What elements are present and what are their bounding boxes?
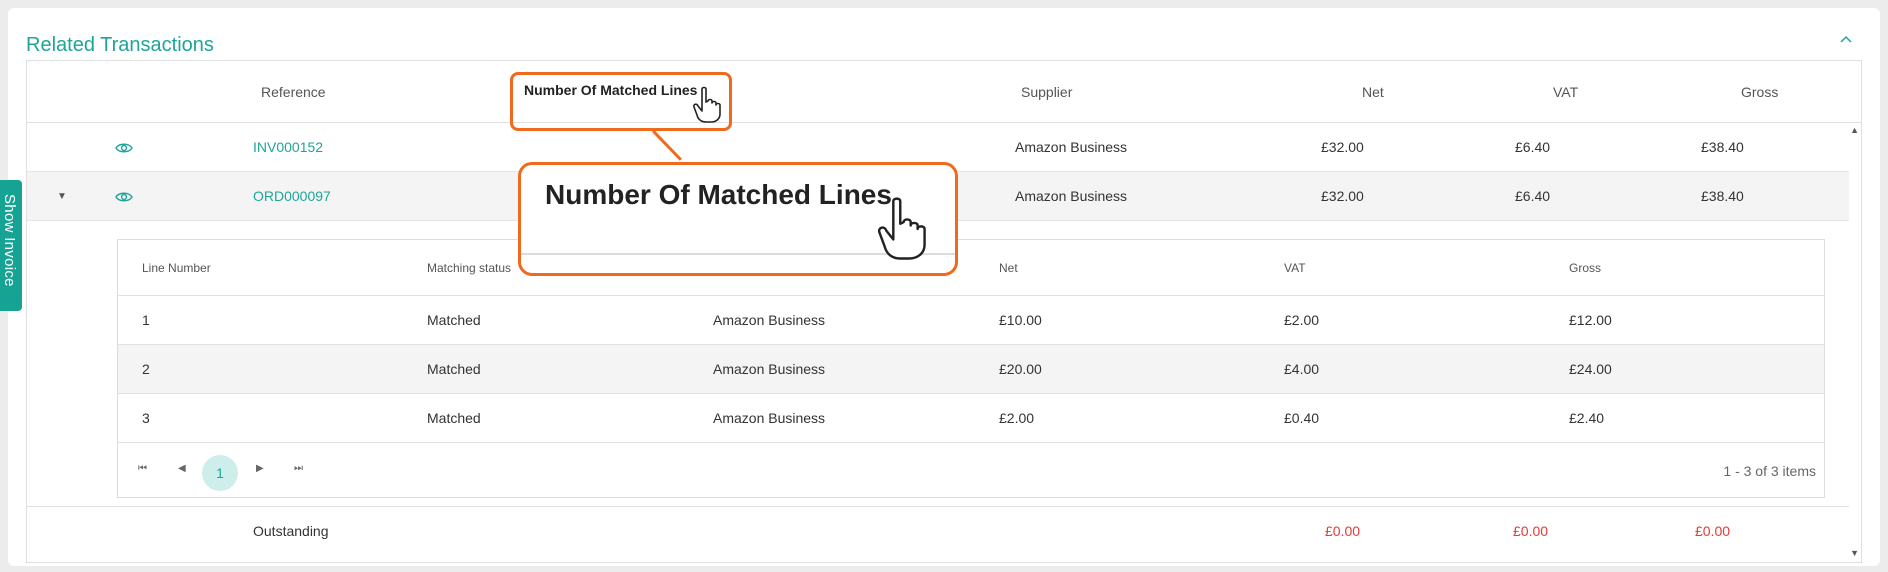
net-cell: £32.00 [1321, 139, 1364, 155]
eye-icon[interactable] [115, 188, 133, 206]
show-invoice-tab[interactable]: Show Invoice [0, 180, 22, 311]
page-number-button[interactable]: 1 [202, 455, 238, 491]
col-line-number[interactable]: Line Number [142, 240, 211, 296]
hand-cursor-icon [692, 86, 722, 124]
table-row: 1 Matched Amazon Business £10.00 £2.00 £… [118, 296, 1824, 345]
net-cell: £10.00 [999, 312, 1042, 328]
vat-cell: £6.40 [1515, 188, 1551, 204]
zoom-label: Number Of Matched Lines [545, 179, 892, 210]
vat-cell: £4.00 [1284, 361, 1320, 377]
supplier-cell: Amazon Business [1015, 188, 1128, 204]
status-cell: Matched [427, 361, 481, 377]
col-vat[interactable]: VAT [1284, 240, 1306, 296]
supplier-cell: Amazon Business [1015, 139, 1128, 155]
col-reference[interactable]: Reference [261, 61, 326, 123]
supplier-cell: Amazon Business [713, 410, 826, 426]
outstanding-label: Outstanding [253, 523, 329, 539]
transactions-grid: Reference Supplier Net VAT Gross INV0001… [26, 60, 1862, 563]
status-cell: Matched [427, 312, 481, 328]
vat-cell: £6.40 [1515, 139, 1551, 155]
outstanding-vat: £0.00 [1513, 523, 1549, 539]
pager: ⏮ ◀ 1 ▶ ⏭ 1 - 3 of 3 items [118, 445, 1824, 498]
status-cell: Matched [427, 410, 481, 426]
table-row: 3 Matched Amazon Business £2.00 £0.40 £2… [118, 394, 1824, 443]
supplier-cell: Amazon Business [713, 312, 826, 328]
col-gross[interactable]: Gross [1741, 61, 1778, 123]
detail-header: Line Number Matching status Net VAT Gros… [118, 240, 1824, 296]
caret-down-icon[interactable]: ▼ [57, 172, 67, 221]
chevron-up-icon[interactable] [1836, 32, 1856, 52]
first-page-icon[interactable]: ⏮ [138, 463, 147, 474]
gross-cell: £38.40 [1701, 188, 1744, 204]
gross-cell: £38.40 [1701, 139, 1744, 155]
next-page-icon[interactable]: ▶ [256, 463, 264, 474]
line-number-cell: 1 [142, 312, 150, 328]
net-cell: £2.00 [999, 410, 1035, 426]
net-cell: £20.00 [999, 361, 1042, 377]
grid-header: Reference Supplier Net VAT Gross [27, 61, 1861, 123]
col-supplier[interactable]: Supplier [1021, 61, 1072, 123]
reference-link[interactable]: ORD000097 [253, 172, 331, 221]
pager-info: 1 - 3 of 3 items [1723, 463, 1816, 479]
panel-title: Related Transactions [26, 34, 214, 56]
col-matched-lines[interactable]: Number Of Matched Lines [524, 82, 697, 98]
gross-cell: £12.00 [1569, 312, 1612, 328]
outstanding-gross: £0.00 [1695, 523, 1731, 539]
gross-cell: £24.00 [1569, 361, 1612, 377]
table-row: 2 Matched Amazon Business £20.00 £4.00 £… [118, 345, 1824, 394]
scroll-down-icon[interactable]: ▼ [1850, 548, 1859, 558]
outstanding-row: Outstanding £0.00 £0.00 £0.00 [27, 506, 1849, 556]
col-net[interactable]: Net [1362, 61, 1384, 123]
supplier-cell: Amazon Business [713, 361, 826, 377]
last-page-icon[interactable]: ⏭ [294, 463, 303, 474]
outstanding-net: £0.00 [1325, 523, 1361, 539]
col-matching-status[interactable]: Matching status [427, 240, 511, 296]
related-transactions-panel: Related Transactions Reference Supplier … [8, 8, 1880, 566]
col-net[interactable]: Net [999, 240, 1018, 296]
scroll-up-icon[interactable]: ▲ [1850, 125, 1859, 135]
line-number-cell: 2 [142, 361, 150, 377]
net-cell: £32.00 [1321, 188, 1364, 204]
col-vat[interactable]: VAT [1553, 61, 1578, 123]
hand-cursor-icon [874, 196, 930, 262]
eye-icon[interactable] [115, 139, 133, 157]
col-gross[interactable]: Gross [1569, 240, 1601, 296]
side-tab-label: Show Invoice [1, 194, 18, 287]
vat-cell: £2.00 [1284, 312, 1320, 328]
gross-cell: £2.40 [1569, 410, 1605, 426]
reference-link[interactable]: INV000152 [253, 123, 323, 172]
line-detail-table: Line Number Matching status Net VAT Gros… [117, 239, 1825, 498]
line-number-cell: 3 [142, 410, 150, 426]
prev-page-icon[interactable]: ◀ [178, 463, 186, 474]
vat-cell: £0.40 [1284, 410, 1320, 426]
